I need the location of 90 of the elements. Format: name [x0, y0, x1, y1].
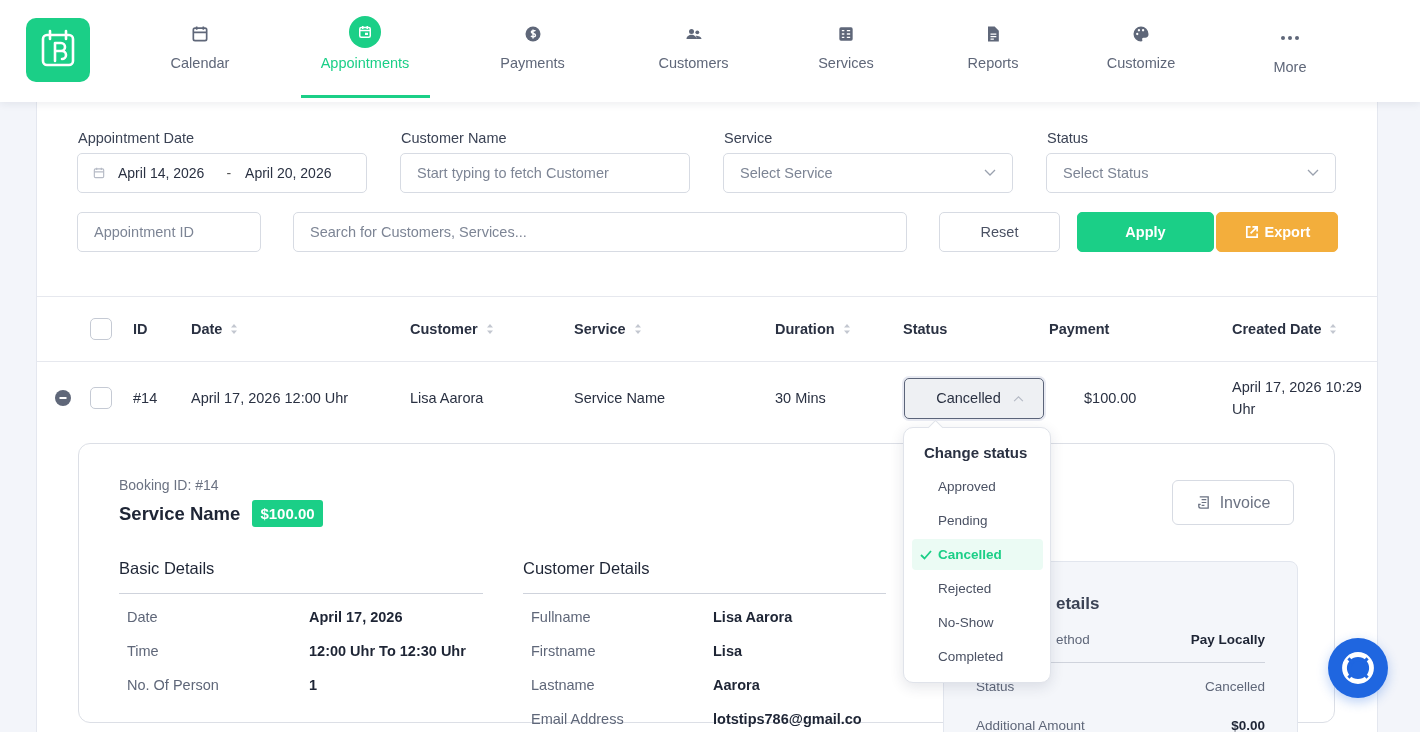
appointment-id-field[interactable]: Appointment ID: [77, 212, 261, 252]
app-logo[interactable]: [26, 18, 90, 82]
section-title: Customer Details: [523, 559, 886, 594]
sort-icon: [842, 323, 851, 335]
check-icon: [920, 549, 932, 560]
select-all-checkbox[interactable]: [90, 318, 112, 340]
detail-label: Time: [127, 642, 160, 661]
booking-id: Booking ID: #14: [119, 477, 220, 493]
detail-label: No. Of Person: [127, 676, 220, 695]
calendar-icon: [349, 16, 381, 48]
list-icon: [836, 24, 856, 44]
customer-name-field[interactable]: Start typing to fetch Customer: [400, 153, 690, 193]
sort-icon: [485, 323, 494, 335]
external-link-icon: [1243, 224, 1259, 240]
status-dropdown[interactable]: Cancelled: [904, 377, 1044, 419]
detail-label: Lastname: [531, 676, 596, 695]
nav-tab[interactable]: More: [1216, 0, 1364, 102]
table-cell-text: #14: [133, 390, 159, 406]
table-cell-text: Lisa Aarora: [410, 390, 485, 406]
menu-item[interactable]: Pending: [912, 505, 1043, 536]
field-label: Appointment Date: [78, 130, 196, 146]
column-header[interactable]: Customer: [410, 321, 494, 337]
invoice-button[interactable]: Invoice: [1172, 480, 1294, 525]
menu-title: Change status: [924, 444, 1029, 461]
detail-label: Fullname: [531, 608, 592, 627]
detail-value: $0.00: [1231, 718, 1265, 732]
detail-value: 12:00 Uhr To 12:30 Uhr: [309, 642, 467, 661]
detail-value: Pay Locally: [1190, 632, 1265, 647]
table-cell-text: Service Name: [574, 390, 667, 406]
menu-item[interactable]: Approved: [912, 471, 1043, 502]
date-range-field[interactable]: April 14, 2026 - April 20, 2026: [77, 153, 367, 193]
detail-value: Aarora: [713, 676, 761, 695]
nav-tab[interactable]: Services: [772, 0, 920, 102]
table-cell-text: 30 Mins: [775, 390, 827, 406]
detail-value: Cancelled: [1204, 679, 1265, 694]
column-header[interactable]: Service: [574, 321, 642, 337]
menu-item[interactable]: Completed: [912, 641, 1043, 672]
more-icon: [1280, 35, 1300, 41]
nav-tab[interactable]: Customers: [615, 0, 772, 102]
help-button[interactable]: [1328, 638, 1388, 698]
nav-tab[interactable]: Customize: [1066, 0, 1216, 102]
detail-label: ethod: [1056, 632, 1090, 647]
detail-label: Additional Amount: [976, 718, 1085, 732]
column-header[interactable]: Date: [191, 321, 239, 337]
chevron-up-icon: [1012, 394, 1024, 402]
search-field[interactable]: Search for Customers, Services...: [293, 212, 907, 252]
palette-icon: [1131, 24, 1151, 44]
field-label: Status: [1047, 130, 1090, 146]
detail-value: April 17, 2026: [309, 608, 404, 627]
column-header[interactable]: Created Date: [1232, 321, 1338, 337]
status-select[interactable]: Select Status: [1046, 153, 1336, 193]
table-cell-text: $100.00: [1083, 390, 1138, 406]
row-checkbox[interactable]: [90, 387, 112, 409]
sort-icon: [633, 323, 642, 335]
detail-label: Date: [127, 608, 159, 627]
calendar-icon: [92, 166, 106, 180]
detail-label: Firstname: [531, 642, 597, 661]
chevron-down-icon: [1307, 169, 1319, 177]
column-header: Status: [903, 321, 948, 337]
lifebuoy-icon: [1340, 650, 1376, 686]
column-header: ID: [133, 321, 148, 337]
column-header: Payment: [1049, 321, 1110, 337]
section-title: etails: [1056, 594, 1101, 614]
collapse-icon[interactable]: [55, 390, 71, 406]
receipt-icon: [1195, 495, 1211, 510]
chevron-down-icon: [984, 169, 996, 177]
nav-tab[interactable]: Calendar: [120, 0, 280, 102]
service-select[interactable]: Select Service: [723, 153, 1013, 193]
menu-item[interactable]: Rejected: [912, 573, 1043, 604]
nav-tab[interactable]: Reports: [920, 0, 1066, 102]
detail-value: 1: [309, 676, 319, 695]
table-cell-text: April 17, 2026 12:00 Uhr: [191, 390, 350, 406]
field-label: Customer Name: [401, 130, 508, 146]
detail-value: lotstips786@gmail.co: [713, 710, 863, 729]
column-header[interactable]: Duration: [775, 321, 851, 337]
price-badge: $100.00: [252, 500, 323, 527]
detail-label: Email Address: [531, 710, 625, 729]
sort-icon: [230, 323, 239, 335]
calendar-icon: [190, 24, 210, 44]
detail-value: Lisa Aarora: [713, 608, 794, 627]
detail-label: Status: [976, 679, 1015, 694]
field-label: Service: [724, 130, 774, 146]
service-name: Service Name: [119, 502, 241, 525]
sort-icon: [1329, 323, 1338, 335]
menu-item[interactable]: No-Show: [912, 607, 1043, 638]
section-title: Basic Details: [119, 559, 483, 594]
reset-button[interactable]: Reset: [939, 212, 1060, 252]
detail-value: Lisa: [713, 642, 743, 661]
table-cell-text: April 17, 2026 10:29 Uhr: [1232, 378, 1363, 419]
nav-tab[interactable]: Payments: [450, 0, 615, 102]
